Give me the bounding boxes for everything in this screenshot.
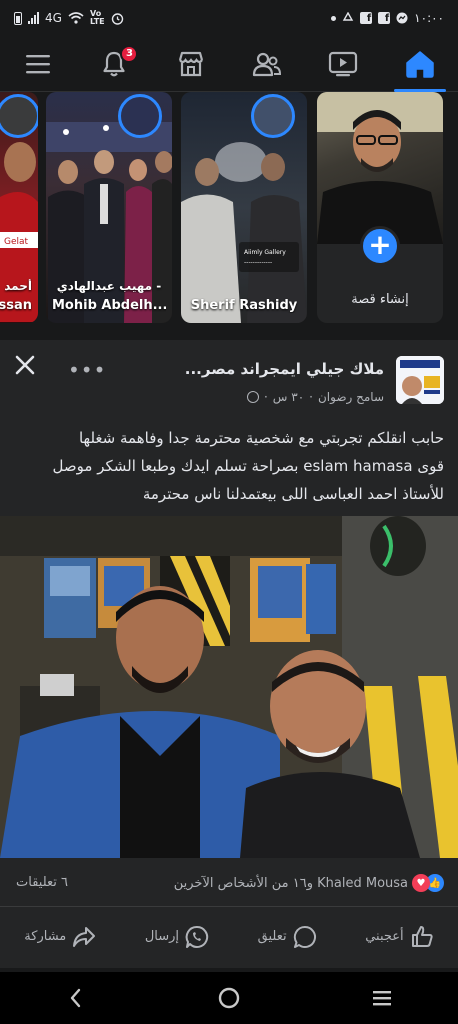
- story-name: ssan: [0, 298, 32, 313]
- video-tab[interactable]: [313, 36, 373, 92]
- signal-icon: [28, 12, 39, 24]
- post-author[interactable]: سامح رضوان: [318, 390, 384, 404]
- story-card[interactable]: Gelat أحمد ssan: [0, 92, 38, 323]
- story-avatar: [0, 94, 38, 138]
- menu-button[interactable]: [8, 36, 68, 92]
- post-image: [0, 516, 458, 858]
- video-icon: [329, 51, 358, 76]
- profile-photo: [317, 92, 443, 244]
- page-avatar[interactable]: [396, 356, 444, 404]
- groups-icon: [253, 52, 282, 76]
- post-header: ••• ملاك جيلي ايمجراند مصر... سامح رضوان…: [0, 340, 458, 412]
- battery-icon: [14, 11, 22, 25]
- status-bar: 4G Vo LTE f f ١٠:٠٠: [0, 0, 458, 36]
- recycle-icon: [342, 12, 354, 21]
- top-nav: 3: [0, 36, 458, 92]
- reactions-text: Khaled Mousa و١٦ من الأشخاص الآخرين: [173, 875, 408, 891]
- facebook-notif-icon: f: [360, 12, 373, 24]
- groups-tab[interactable]: [237, 36, 297, 92]
- home-tab[interactable]: [390, 36, 450, 92]
- home-circle-icon[interactable]: [217, 986, 241, 1010]
- love-reaction-icon: ♥: [412, 874, 430, 892]
- meta-separator: ·: [309, 390, 313, 404]
- send-label: إرسال: [144, 929, 180, 944]
- notifications-tab[interactable]: 3: [84, 36, 144, 92]
- post-text-line: قوى eslam hamasa بصراحة تسلم ايدك وطبعا …: [52, 457, 444, 475]
- clock: ١٠:٠٠: [414, 11, 444, 25]
- status-right: f f ١٠:٠٠: [331, 11, 444, 25]
- story-avatar: [118, 94, 162, 138]
- notifications-badge: 3: [120, 44, 139, 63]
- comment-label: تعليق: [257, 929, 287, 944]
- globe-icon: [246, 391, 259, 403]
- story-card[interactable]: مهيب عبدالهادي - Mohib Abdelh...: [46, 92, 172, 323]
- create-story-card[interactable]: + إنشاء قصة: [317, 92, 443, 323]
- post-text: حابب انقلكم تجربتي مع شخصية محترمة جدا و…: [12, 424, 444, 508]
- create-story-label: إنشاء قصة: [351, 292, 409, 307]
- home-icon: [406, 50, 434, 78]
- story-name: Sherif Rashidy: [190, 298, 298, 313]
- like-label: أعجبني: [365, 929, 404, 944]
- story-name: Mohib Abdelh...: [52, 298, 166, 313]
- network-type: 4G: [45, 11, 62, 25]
- system-nav-bar: [0, 972, 458, 1024]
- share-icon: [73, 926, 96, 947]
- post-meta: سامح رضوان · ٣٠ س ·: [246, 390, 384, 404]
- facebook-notif-icon-2: f: [378, 12, 391, 24]
- post-card: ••• ملاك جيلي ايمجراند مصر... سامح رضوان…: [0, 340, 458, 968]
- stories-tray: Gelat أحمد ssan مهيب عبدالهادي - Mohib A…: [0, 92, 458, 332]
- svg-text:Gelat: Gelat: [4, 237, 29, 247]
- story-avatar: [251, 94, 295, 138]
- post-photo[interactable]: [0, 516, 458, 858]
- hamburger-icon: [26, 54, 51, 73]
- svg-text:-------------: -------------: [244, 259, 272, 266]
- create-story-photo: [317, 92, 443, 244]
- volte-icon: Vo LTE: [89, 9, 105, 26]
- meta-separator: ·: [263, 390, 268, 404]
- dot-indicator-icon: [331, 15, 337, 21]
- reactions-summary[interactable]: 👍 ♥ Khaled Mousa و١٦ من الأشخاص الآخرين: [174, 874, 444, 892]
- share-button[interactable]: مشاركة: [24, 926, 96, 948]
- alarm-icon: [111, 12, 123, 25]
- page-name[interactable]: ملاك جيلي ايمجراند مصر...: [185, 360, 384, 378]
- page-logo: [396, 356, 444, 404]
- whatsapp-icon: [185, 925, 209, 948]
- like-button[interactable]: أعجبني: [365, 925, 433, 949]
- post-time[interactable]: ٣٠ س: [273, 390, 304, 404]
- story-card[interactable]: Aiimly Gallery ------------- Sherif Rash…: [181, 92, 307, 323]
- post-actions: مشاركة إرسال تعليق أعجبني: [0, 906, 458, 966]
- comment-icon: [293, 925, 316, 948]
- send-button[interactable]: إرسال: [145, 925, 209, 949]
- marketplace-icon: [178, 51, 203, 76]
- post-text-line: حابب انقلكم تجربتي مع شخصية محترمة جدا و…: [78, 429, 444, 447]
- wifi-icon: [68, 12, 84, 24]
- comment-button[interactable]: تعليق: [258, 925, 317, 949]
- thumbs-up-icon: [411, 925, 433, 947]
- comments-count[interactable]: ٦ تعليقات: [16, 875, 68, 890]
- marketplace-tab[interactable]: [161, 36, 221, 92]
- recents-icon[interactable]: [370, 986, 394, 1010]
- add-story-button[interactable]: +: [360, 226, 400, 266]
- svg-text:Aiimly Gallery: Aiimly Gallery: [244, 249, 286, 256]
- reactions-row: ٦ تعليقات 👍 ♥ Khaled Mousa و١٦ من الأشخا…: [0, 870, 458, 898]
- back-icon[interactable]: [64, 986, 88, 1010]
- story-name-line1: أحمد: [4, 279, 32, 293]
- messenger-icon: [396, 12, 408, 24]
- story-name-line1: مهيب عبدالهادي -: [56, 279, 162, 293]
- more-options-icon[interactable]: •••: [68, 358, 106, 382]
- close-icon[interactable]: [14, 354, 36, 376]
- status-left: 4G Vo LTE: [14, 10, 124, 26]
- share-label: مشاركة: [24, 929, 67, 944]
- post-text-line: للأستاذ احمد العباسى اللى بيعتمدلنا ناس …: [142, 485, 444, 503]
